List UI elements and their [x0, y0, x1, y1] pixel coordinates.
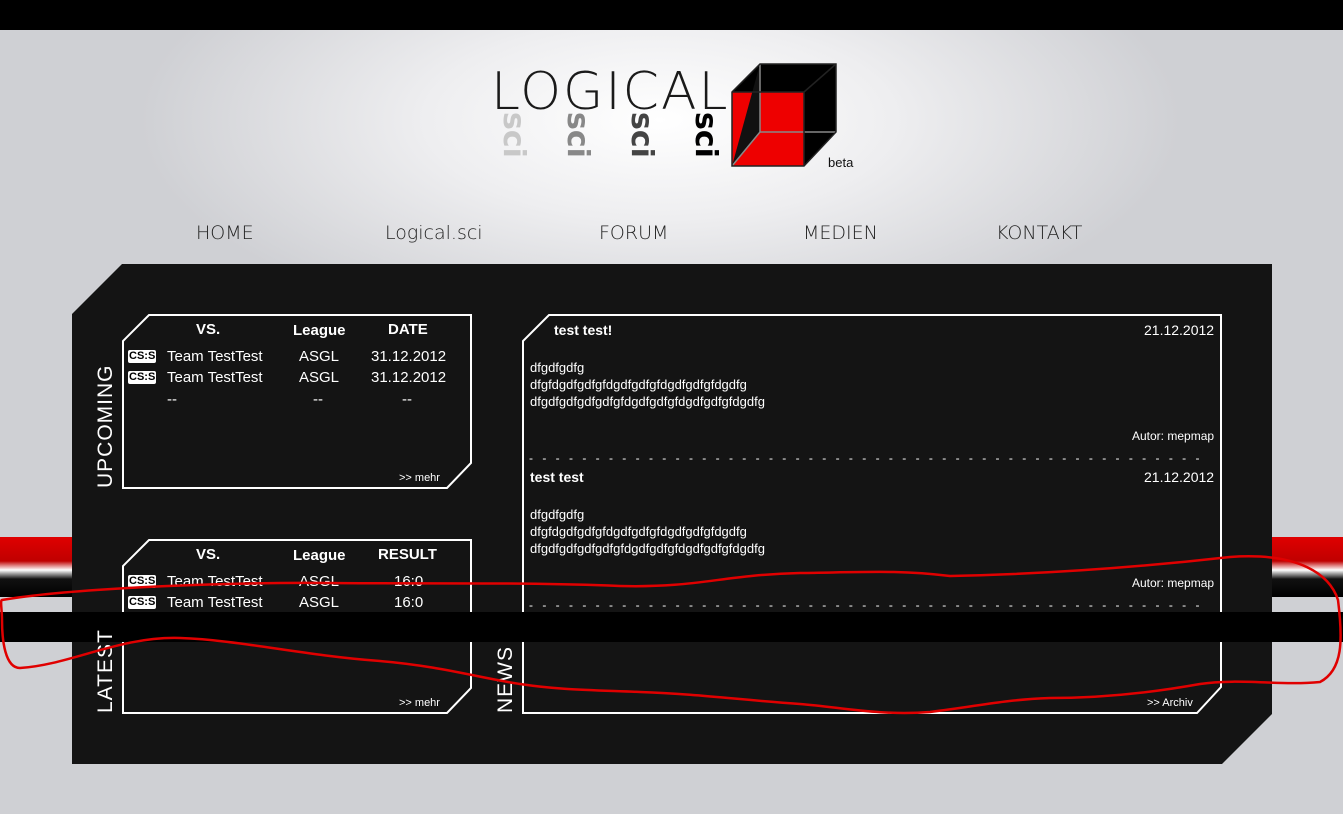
red-scribble-annotation	[0, 555, 1342, 715]
